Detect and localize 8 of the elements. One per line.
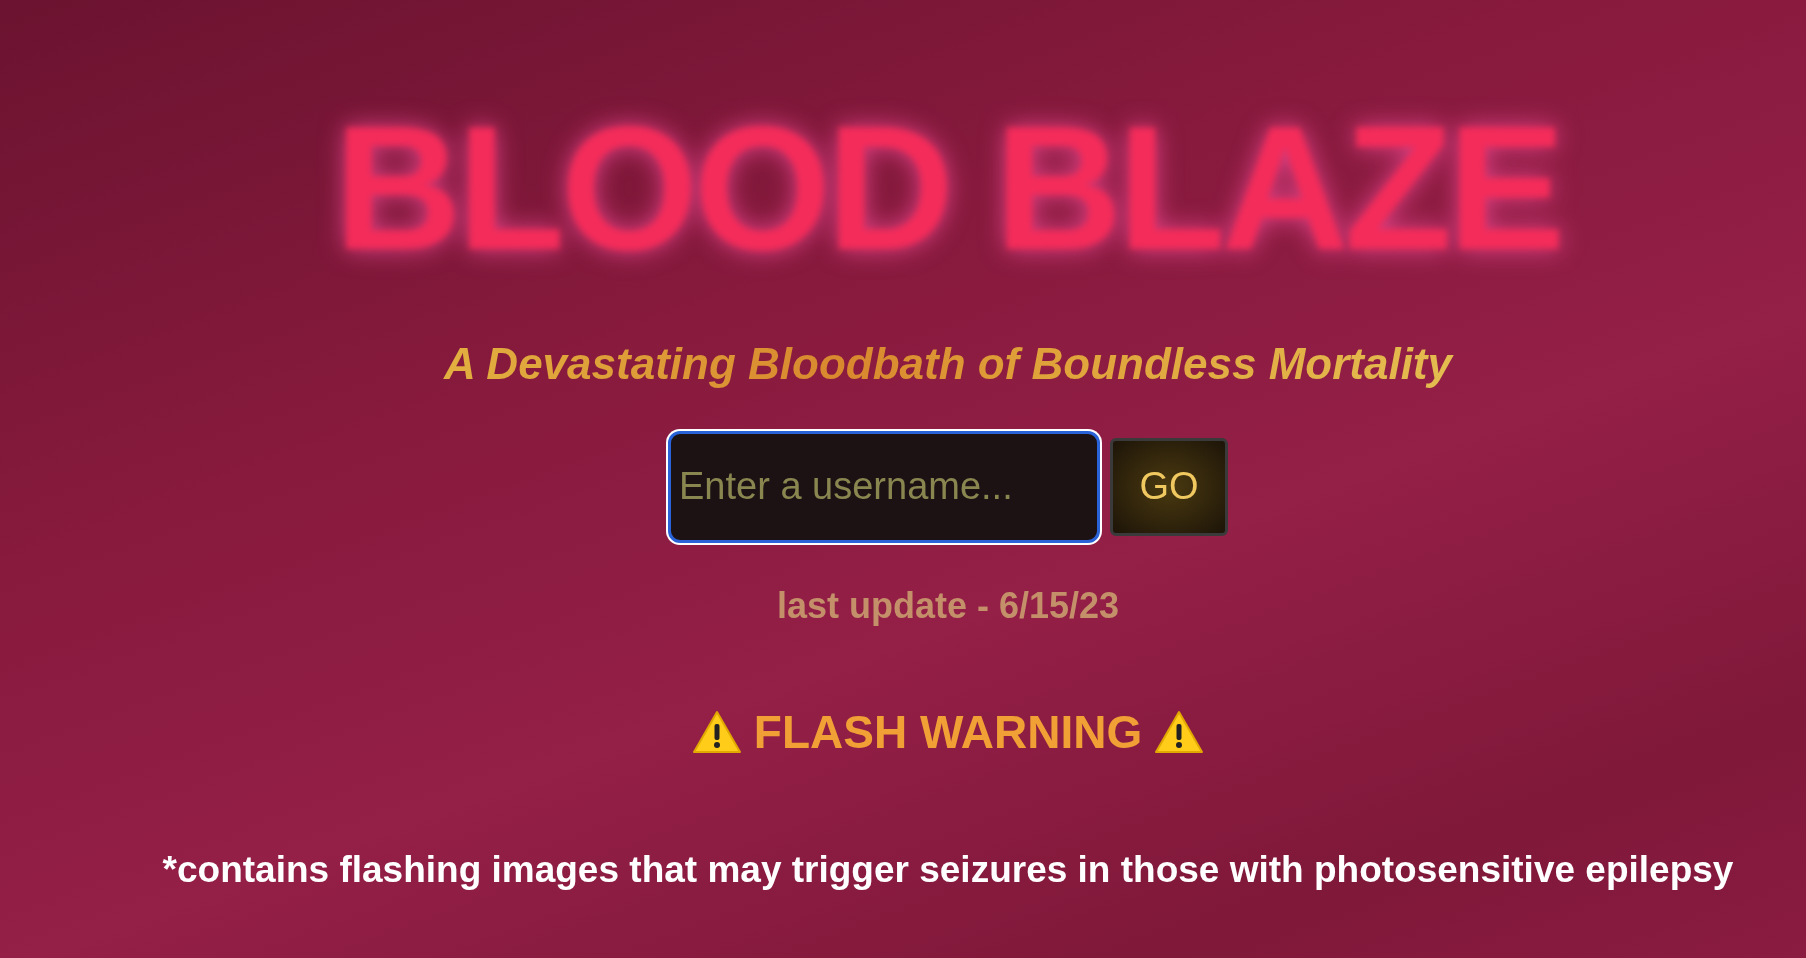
warning-heading: FLASH WARNING [753, 704, 1143, 759]
warning-icon [1154, 709, 1205, 754]
warning-note: *contains flashing images that may trigger seizures in those with photosensitive epilepsy [162, 848, 1734, 891]
warning-icon [691, 709, 742, 754]
username-field[interactable]: Enter a username... [668, 430, 1100, 543]
go-button[interactable]: GO [1110, 437, 1228, 536]
game-title: BLOOD BLAZE [334, 96, 1562, 281]
last-update: last update - 6/15/23 [776, 584, 1120, 627]
